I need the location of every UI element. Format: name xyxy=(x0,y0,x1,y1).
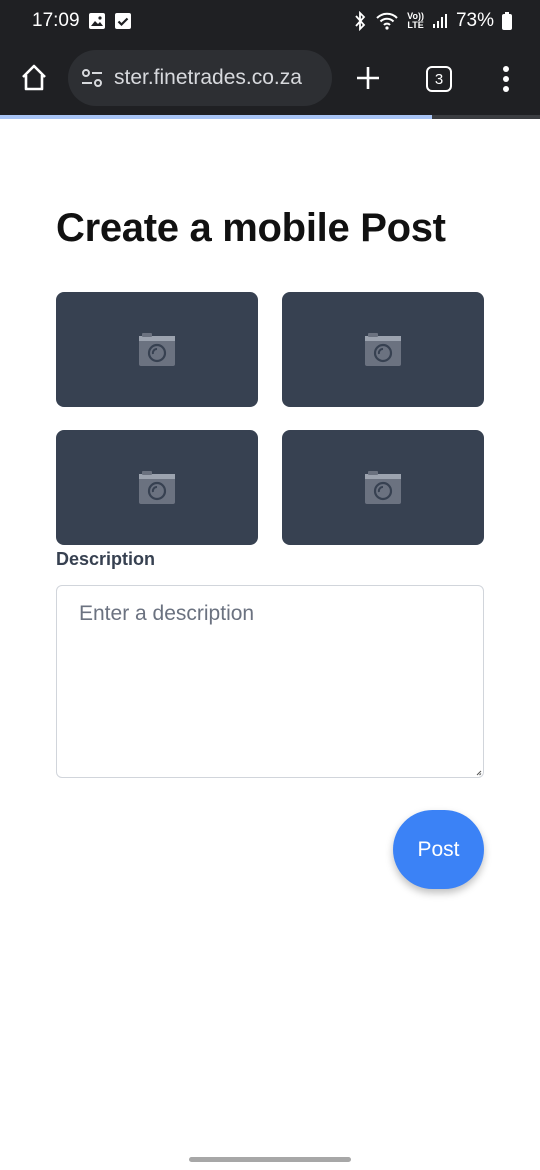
clock: 17:09 xyxy=(32,10,80,31)
home-icon xyxy=(22,64,46,91)
new-tab-button[interactable] xyxy=(354,64,382,92)
gesture-home-indicator[interactable] xyxy=(189,1157,351,1162)
address-bar[interactable]: ster.finetrades.co.za xyxy=(68,50,332,106)
description-textarea[interactable] xyxy=(56,585,484,778)
volte-indicator: Vo)) LTE xyxy=(407,12,424,30)
photo-slot-1[interactable] xyxy=(56,292,258,407)
site-settings-icon[interactable] xyxy=(80,66,104,90)
post-button[interactable]: Post xyxy=(393,810,484,889)
battery-percent: 73% xyxy=(455,10,494,31)
more-vert-icon xyxy=(503,66,509,92)
photo-slot-2[interactable] xyxy=(282,292,484,407)
screen: 17:09 Vo)) LTE 73% ster.finetrades.co.za… xyxy=(0,0,540,1170)
photo-slot-3[interactable] xyxy=(56,430,258,545)
description-label: Description xyxy=(56,549,156,569)
browser-toolbar: ster.finetrades.co.za 3 xyxy=(0,42,540,116)
camera-icon xyxy=(139,332,175,366)
url-text: ster.finetrades.co.za xyxy=(114,66,302,89)
photo-slot-4[interactable] xyxy=(282,430,484,545)
home-button[interactable] xyxy=(18,62,50,94)
tab-switcher-button[interactable]: 3 xyxy=(426,66,452,92)
wifi-icon xyxy=(375,12,399,30)
status-left: 17:09 xyxy=(32,10,132,32)
status-right: Vo)) LTE 73% xyxy=(353,10,512,32)
page-title: Create a mobile Post xyxy=(56,206,446,250)
bluetooth-icon xyxy=(353,11,367,31)
page-load-progress-fill xyxy=(0,115,432,119)
signal-icon xyxy=(432,13,448,29)
more-menu-button[interactable] xyxy=(496,64,516,94)
resize-grip-icon[interactable] xyxy=(476,770,482,776)
camera-icon xyxy=(365,332,401,366)
lte-label: LTE xyxy=(407,20,424,30)
camera-icon xyxy=(139,470,175,504)
plus-icon xyxy=(357,67,379,89)
page-load-progress xyxy=(0,115,540,119)
gallery-notification-icon xyxy=(88,12,106,30)
camera-icon xyxy=(365,470,401,504)
check-notification-icon xyxy=(114,12,132,30)
status-bar: 17:09 Vo)) LTE 73% xyxy=(0,0,540,42)
battery-icon xyxy=(502,12,512,30)
